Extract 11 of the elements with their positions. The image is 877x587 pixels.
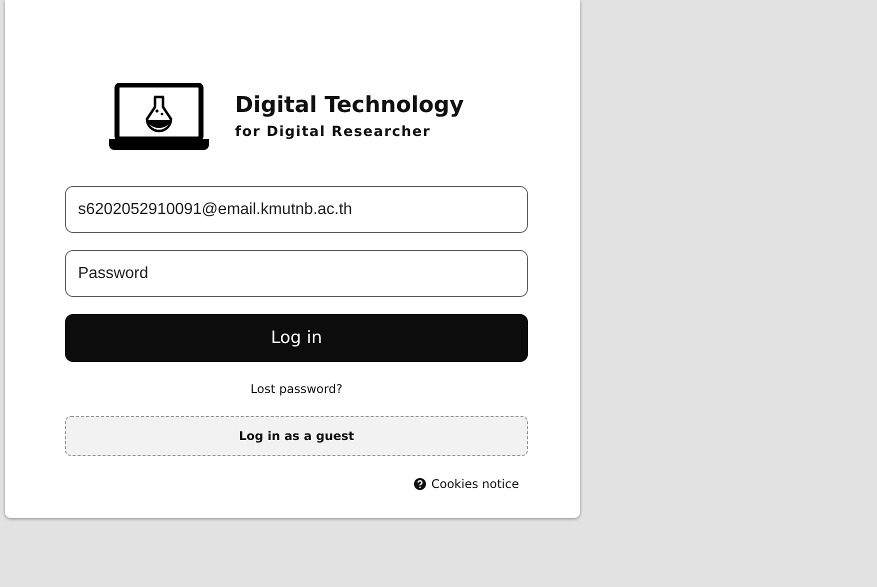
laptop-flask-icon	[109, 83, 209, 150]
cookies-notice-link[interactable]: Cookies notice	[414, 477, 528, 491]
question-icon	[414, 478, 426, 490]
site-subtitle: for Digital Researcher	[235, 124, 432, 140]
site-title: Digital Technology	[235, 93, 464, 118]
password-field[interactable]: Password	[65, 250, 528, 297]
cookies-notice-text: Cookies notice	[431, 477, 519, 491]
username-field[interactable]: s6202052910091@email.kmutnb.ac.th	[65, 186, 528, 233]
guest-login-button[interactable]: Log in as a guest	[65, 416, 528, 456]
lost-password-link[interactable]: Lost password?	[250, 382, 342, 396]
login-button[interactable]: Log in	[65, 314, 528, 362]
